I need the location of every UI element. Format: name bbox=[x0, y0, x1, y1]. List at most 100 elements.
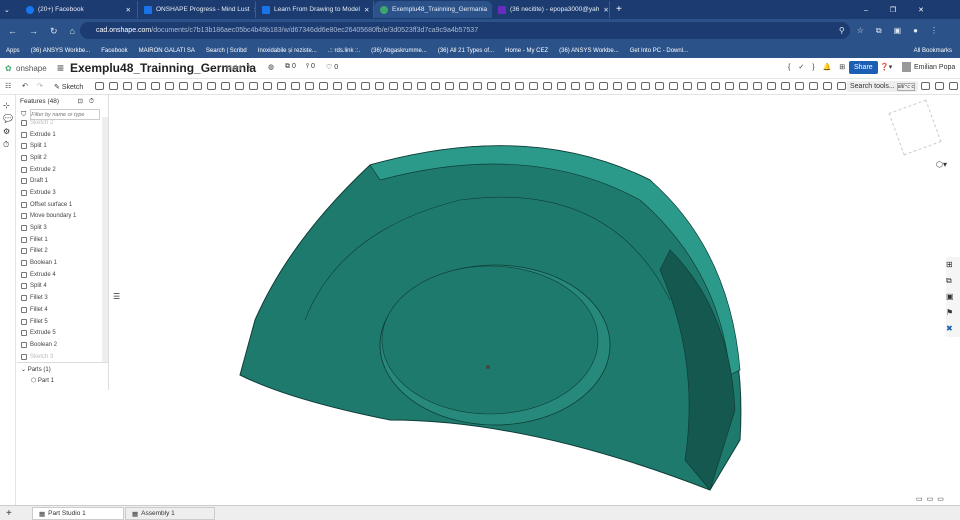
close-tab-icon[interactable]: ✕ bbox=[603, 6, 608, 14]
feature-item[interactable]: Split 1 bbox=[17, 140, 102, 152]
bottom-right-icons[interactable]: ▭▭▭ bbox=[916, 495, 948, 503]
feature-list-toggle-icon[interactable]: ☷ bbox=[5, 82, 11, 90]
tool-icons[interactable] bbox=[92, 82, 960, 90]
toolbar-tool-icon[interactable] bbox=[738, 82, 748, 90]
feature-item[interactable]: Move boundary 1 bbox=[17, 211, 102, 223]
toolbar-tool-icon[interactable] bbox=[752, 82, 762, 90]
toolbar-tool-icon[interactable] bbox=[290, 82, 300, 90]
redo-icon[interactable]: ↷ bbox=[37, 82, 43, 90]
toolbar-tool-icon[interactable] bbox=[248, 82, 258, 90]
toolbar-tool-icon[interactable] bbox=[122, 82, 132, 90]
toolbar-tool-icon[interactable] bbox=[528, 82, 538, 90]
feature-item[interactable]: Extrude 1 bbox=[17, 129, 102, 141]
new-tab-icon[interactable]: + bbox=[616, 4, 622, 15]
toolbar-tool-icon[interactable] bbox=[262, 82, 272, 90]
folder-history-icons[interactable]: ⊡⏱ bbox=[77, 97, 100, 106]
url-input[interactable]: cad.onshape.com/documents/c7b13b186aec05… bbox=[80, 22, 850, 39]
toolbar-tool-icon[interactable] bbox=[598, 82, 608, 90]
feature-item[interactable]: Draft 1 bbox=[17, 175, 102, 187]
view-options-icon[interactable]: ⬡▾ bbox=[936, 160, 947, 169]
tab-assembly[interactable]: ▦ Assembly 1 bbox=[125, 507, 215, 520]
avatar[interactable] bbox=[902, 62, 911, 72]
toolbar-tool-icon[interactable] bbox=[584, 82, 594, 90]
feature-item[interactable]: Extrude 4 bbox=[17, 269, 102, 281]
toolbar-tool-icon[interactable] bbox=[654, 82, 664, 90]
toolbar-tool-icon[interactable] bbox=[808, 82, 818, 90]
toolbar-tool-icon[interactable] bbox=[332, 82, 342, 90]
bookmark[interactable]: MAIRON GALATI SA bbox=[139, 48, 195, 54]
toolbar-tool-icon[interactable] bbox=[444, 82, 454, 90]
feature-item[interactable]: Sketch 3 bbox=[17, 351, 102, 362]
feature-item[interactable]: Fillet 5 bbox=[17, 316, 102, 328]
search-tools-input[interactable]: Search tools... alt/⌥ c bbox=[847, 81, 919, 92]
toolbar-tool-icon[interactable] bbox=[500, 82, 510, 90]
toolbar-tool-icon[interactable] bbox=[696, 82, 706, 90]
feature-item[interactable]: Split 3 bbox=[17, 222, 102, 234]
like-icon[interactable]: ♡ 0 bbox=[326, 63, 338, 71]
bookmark[interactable]: Search | Scribd bbox=[206, 48, 247, 54]
collapse-panel-icon[interactable]: ☰ bbox=[113, 292, 120, 301]
toolbar-tool-icon[interactable] bbox=[318, 82, 328, 90]
browser-tab-active[interactable]: Exemplu48_Trainning_Germania✕ bbox=[374, 1, 492, 18]
toolbar-tool-icon[interactable] bbox=[948, 82, 958, 90]
bookmark[interactable]: Inoxidabile și reziste... bbox=[258, 48, 317, 54]
toolbar-tool-icon[interactable] bbox=[542, 82, 552, 90]
toolbar-tool-icon[interactable] bbox=[108, 82, 118, 90]
toolbar-tool-icon[interactable] bbox=[388, 82, 398, 90]
parts-header[interactable]: ⌄ Parts (1) bbox=[17, 362, 108, 376]
feature-item[interactable]: Split 4 bbox=[17, 281, 102, 293]
toolbar-tool-icon[interactable] bbox=[570, 82, 580, 90]
feature-item[interactable]: Boolean 2 bbox=[17, 339, 102, 351]
toolbar-tool-icon[interactable] bbox=[794, 82, 804, 90]
toolbar-tool-icon[interactable] bbox=[668, 82, 678, 90]
tab-part-studio[interactable]: ▦ Part Studio 1 bbox=[32, 507, 124, 520]
toolbar-tool-icon[interactable] bbox=[920, 82, 930, 90]
pencil-icon[interactable]: ✎ bbox=[246, 63, 252, 71]
feature-item[interactable]: Extrude 2 bbox=[17, 164, 102, 176]
bookmark[interactable]: Get Into PC - Downl... bbox=[630, 48, 688, 54]
globe-icon[interactable]: ◍ bbox=[268, 63, 274, 71]
window-controls[interactable]: –❐✕ bbox=[864, 6, 946, 14]
close-tab-icon[interactable]: ✕ bbox=[364, 6, 369, 14]
part-item[interactable]: ⬡ Part 1 bbox=[17, 376, 108, 385]
feature-item[interactable]: Fillet 3 bbox=[17, 292, 102, 304]
browser-tab[interactable]: Learn From Drawing to Model ✕ bbox=[256, 1, 374, 18]
feature-item[interactable]: Boolean 1 bbox=[17, 257, 102, 269]
browser-tab[interactable]: (36 necitite) - epopa3000@yah ✕ bbox=[492, 1, 610, 18]
browser-tab[interactable]: ONSHAPE Progress - Mind Lust✕ bbox=[138, 1, 256, 18]
versions-icon[interactable]: ⧉ 0 bbox=[285, 63, 296, 71]
all-bookmarks[interactable]: All Bookmarks bbox=[914, 48, 952, 54]
toolbar-tool-icon[interactable] bbox=[934, 82, 944, 90]
toolbar-tool-icon[interactable] bbox=[136, 82, 146, 90]
right-rail-icons[interactable]: ⊞ ⧉ ▣ ⚑ ✖ bbox=[946, 257, 960, 337]
bookmark[interactable]: (36) ANSYS Workbe... bbox=[31, 48, 91, 54]
toolbar-tool-icon[interactable] bbox=[206, 82, 216, 90]
toolbar-tool-icon[interactable] bbox=[836, 82, 846, 90]
feature-item[interactable]: Fillet 2 bbox=[17, 246, 102, 258]
toolbar-tool-icon[interactable] bbox=[556, 82, 566, 90]
toolbar-tool-icon[interactable] bbox=[640, 82, 650, 90]
share-button[interactable]: Share bbox=[849, 61, 878, 74]
toolbar-tool-icon[interactable] bbox=[626, 82, 636, 90]
nav-buttons[interactable]: ←→↻⌂ bbox=[8, 26, 87, 37]
close-tab-icon[interactable]: ✕ bbox=[126, 6, 131, 14]
feature-item[interactable]: Split 2 bbox=[17, 152, 102, 164]
feature-item[interactable]: Extrude 3 bbox=[17, 187, 102, 199]
toolbar-tool-icon[interactable] bbox=[724, 82, 734, 90]
toolbar-tool-icon[interactable] bbox=[402, 82, 412, 90]
toolbar-tool-icon[interactable] bbox=[276, 82, 286, 90]
sketch-button[interactable]: ✎ Sketch bbox=[54, 83, 83, 91]
filter-input[interactable] bbox=[30, 109, 101, 120]
toolbar-tool-icon[interactable] bbox=[486, 82, 496, 90]
toolbar-tool-icon[interactable] bbox=[164, 82, 174, 90]
branches-icon[interactable]: ⫯ 0 bbox=[306, 63, 315, 71]
toolbar-tool-icon[interactable] bbox=[304, 82, 314, 90]
bookmark[interactable]: (36) All 21 Types of... bbox=[438, 48, 494, 54]
toolbar-tool-icon[interactable] bbox=[458, 82, 468, 90]
user-name[interactable]: Emilian Popa bbox=[914, 64, 955, 71]
toolbar-tool-icon[interactable] bbox=[178, 82, 188, 90]
toolbar-tool-icon[interactable] bbox=[416, 82, 426, 90]
feature-item[interactable]: Fillet 4 bbox=[17, 304, 102, 316]
feature-item[interactable]: Extrude 5 bbox=[17, 327, 102, 339]
bookmark[interactable]: Facebook bbox=[101, 48, 127, 54]
